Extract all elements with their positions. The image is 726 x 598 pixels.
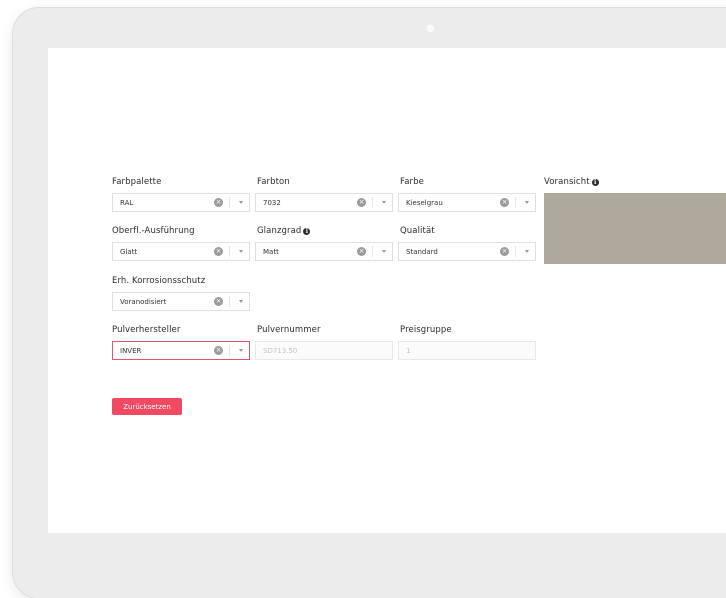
farbton-value: 7032 [263,199,281,207]
pulverhersteller-value: INVER [120,347,142,355]
select-separator [372,246,373,257]
camera-dot [426,24,435,33]
chevron-down-icon[interactable] [239,349,243,352]
label-voransicht: Voransicht i [544,177,599,187]
korrosionsschutz-value: Voranodisiert [120,298,167,306]
color-preview [544,193,726,264]
chevron-down-icon[interactable] [239,300,243,303]
info-icon[interactable]: i [303,228,311,235]
glanzgrad-select[interactable]: Matt × [255,242,393,261]
info-icon[interactable]: i [591,179,599,186]
app-screen: Farbpalette RAL × Farbton 7032 × Farbe K… [48,48,726,533]
oberflaeche-value: Glatt [120,248,138,256]
reset-button[interactable]: Zurücksetzen [112,398,182,415]
select-separator [229,345,230,356]
label-pulvernummer: Pulvernummer [257,325,321,335]
label-korrosionsschutz: Erh. Korrosionsschutz [112,276,206,286]
korrosionsschutz-select[interactable]: Voranodisiert × [112,292,250,311]
select-separator [372,197,373,208]
chevron-down-icon[interactable] [382,201,386,204]
voransicht-text: Voransicht [544,177,590,187]
pulverhersteller-select[interactable]: INVER × [112,341,250,360]
select-separator [515,246,516,257]
clear-icon[interactable]: × [500,198,509,207]
label-farbe: Farbe [400,177,424,187]
label-preisgruppe: Preisgruppe [400,325,452,335]
farbe-select[interactable]: Kieselgrau × [398,193,536,212]
qualitaet-value: Standard [406,248,438,256]
select-separator [229,246,230,257]
clear-icon[interactable]: × [214,247,223,256]
chevron-down-icon[interactable] [382,250,386,253]
farbe-value: Kieselgrau [406,199,443,207]
preisgruppe-value: 1 [406,347,411,355]
glanzgrad-value: Matt [263,248,279,256]
clear-icon[interactable]: × [214,346,223,355]
label-farbpalette: Farbpalette [112,177,162,187]
select-separator [515,197,516,208]
farbpalette-select[interactable]: RAL × [112,193,250,212]
glanzgrad-text: Glanzgrad [257,226,302,236]
pulvernummer-field: SD713.50 [255,341,393,360]
label-glanzgrad: Glanzgrad i [257,226,311,236]
chevron-down-icon[interactable] [239,201,243,204]
select-separator [229,296,230,307]
preisgruppe-field: 1 [398,341,536,360]
pulvernummer-value: SD713.50 [263,347,298,355]
label-pulverhersteller: Pulverhersteller [112,325,181,335]
label-oberflaeche: Oberfl.-Ausführung [112,226,195,236]
qualitaet-select[interactable]: Standard × [398,242,536,261]
label-farbton: Farbton [257,177,290,187]
clear-icon[interactable]: × [357,247,366,256]
chevron-down-icon[interactable] [525,201,529,204]
clear-icon[interactable]: × [357,198,366,207]
chevron-down-icon[interactable] [239,250,243,253]
chevron-down-icon[interactable] [525,250,529,253]
clear-icon[interactable]: × [214,198,223,207]
clear-icon[interactable]: × [214,297,223,306]
clear-icon[interactable]: × [500,247,509,256]
farbpalette-value: RAL [120,199,134,207]
farbton-select[interactable]: 7032 × [255,193,393,212]
oberflaeche-select[interactable]: Glatt × [112,242,250,261]
label-qualitaet: Qualität [400,226,435,236]
select-separator [229,197,230,208]
